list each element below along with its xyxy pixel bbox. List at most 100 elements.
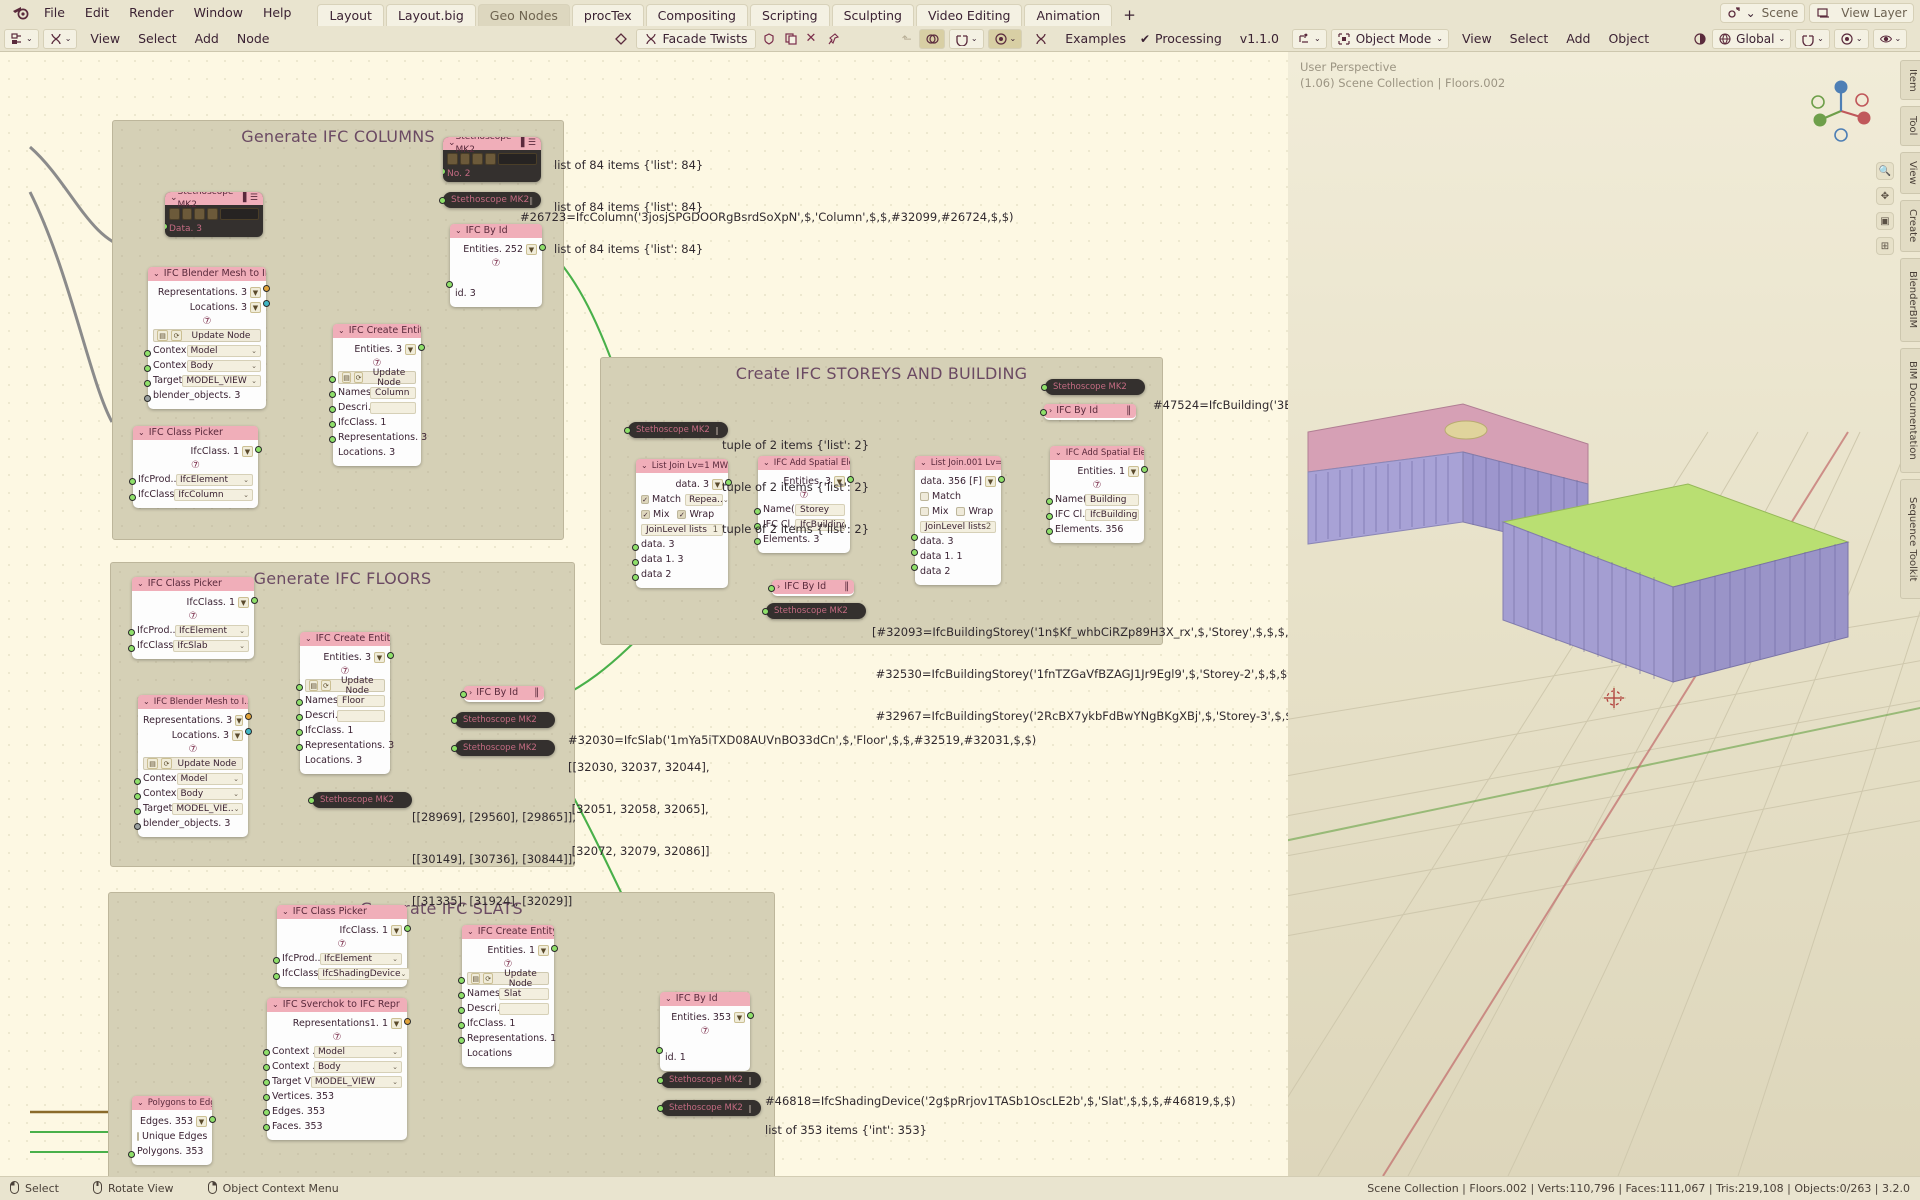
- node-tree-name-field[interactable]: Facade Twists: [636, 28, 756, 49]
- socket-out[interactable]: [439, 197, 446, 204]
- text-mode-icon[interactable]: [181, 208, 193, 220]
- socket-in-ifcproduct[interactable]: [128, 629, 135, 636]
- node-ifc-by-id-floors[interactable]: › IFC By Id ‖: [460, 686, 544, 702]
- match-checkbox[interactable]: [920, 492, 929, 501]
- prop-dropdown[interactable]: IfcShadingDevice ⌄: [318, 967, 411, 980]
- new-copy-icon[interactable]: [784, 31, 798, 46]
- update-node-button[interactable]: ▤ ⟳ Update Node: [467, 969, 549, 989]
- dropdown-icon[interactable]: ▼: [232, 730, 243, 741]
- node-header[interactable]: ⌄ IFC By Id: [660, 992, 750, 1006]
- socket-in-names[interactable]: [296, 684, 303, 691]
- dropdown-icon[interactable]: ▼: [374, 652, 385, 663]
- node-ifc-class-picker-slats[interactable]: ⌄ IFC Class Picker IfcClass. 1 ▼ ⑦ IfcPr…: [273, 905, 411, 987]
- viewport-menu-view[interactable]: View: [1453, 29, 1501, 49]
- node-header[interactable]: ⌄ List Join Lv=1 MW ⚒: [636, 459, 728, 473]
- tab-geo-nodes[interactable]: Geo Nodes: [477, 4, 570, 26]
- display-mode-icon[interactable]: [447, 153, 458, 165]
- dropdown-icon[interactable]: ▼: [250, 302, 261, 313]
- refresh-icon[interactable]: [207, 208, 218, 220]
- socket-out-entities[interactable]: [418, 344, 425, 351]
- node-list-join-001-lv2[interactable]: ⌄ List Join.001 Lv=2 ⚒ data. 356 [F] ▼ M…: [911, 456, 1005, 585]
- socket-in-context-2[interactable]: [134, 793, 141, 800]
- navigation-gizmo[interactable]: [1804, 74, 1878, 148]
- prop-dropdown[interactable]: Model ⌄: [176, 772, 243, 785]
- node-header[interactable]: ⌄ IFC Class Picker: [132, 577, 254, 591]
- menu-window[interactable]: Window: [184, 2, 253, 24]
- socket-in-ifcclass[interactable]: [128, 645, 135, 652]
- socket-in-ifcclass[interactable]: [273, 973, 280, 980]
- prop-dropdown[interactable]: IfcSlab ⌄: [173, 639, 249, 652]
- socket-in-description[interactable]: [329, 391, 336, 398]
- zoom-icon[interactable]: 🔍: [1876, 162, 1894, 180]
- dropdown-icon[interactable]: ▼: [196, 1116, 207, 1127]
- node-stethoscope-floors-2[interactable]: Stethoscope MK2: [451, 740, 555, 756]
- transform-orientation-selector[interactable]: Global ⌄: [1712, 28, 1792, 49]
- text-mode-icon[interactable]: [459, 153, 471, 165]
- help-icon[interactable]: ⑦: [137, 611, 249, 622]
- node-header[interactable]: ⌄ IFC Blender Mesh to IFC Repr: [148, 267, 266, 281]
- node-ifc-by-id-storeys-right[interactable]: › IFC By Id ‖: [1040, 404, 1136, 420]
- prop-dropdown[interactable]: Body ⌄: [186, 359, 261, 372]
- viewport-menu-select[interactable]: Select: [1501, 29, 1558, 49]
- wrap-checkbox[interactable]: ✓: [677, 510, 687, 519]
- dropdown-icon[interactable]: ▼: [391, 1018, 402, 1029]
- tab-video-editing[interactable]: Video Editing: [915, 4, 1023, 26]
- socket-in[interactable]: [1040, 409, 1047, 416]
- socket-out[interactable]: [1041, 384, 1048, 391]
- pause-icon[interactable]: ‖: [844, 580, 849, 594]
- tab-scripting[interactable]: Scripting: [749, 4, 830, 26]
- socket-in-data-0[interactable]: [911, 534, 918, 541]
- prop-dropdown[interactable]: Body ⌄: [176, 787, 243, 800]
- sidebar-tab-sequence-toolkit[interactable]: Sequence Toolkit: [1900, 479, 1920, 599]
- pause-icon[interactable]: ‖: [748, 1076, 753, 1085]
- help-icon[interactable]: ⑦: [143, 744, 243, 755]
- viewport-editor-type[interactable]: ⌄: [1292, 28, 1327, 49]
- node-ifc-by-id-storeys[interactable]: › IFC By Id ‖: [768, 580, 854, 596]
- node-header[interactable]: ⌄ IFC Add Spatial Eleme: [1050, 446, 1144, 460]
- refresh-icon[interactable]: [485, 153, 496, 165]
- socket-out-representations[interactable]: [263, 285, 270, 292]
- dropdown-icon[interactable]: ▼: [238, 597, 249, 608]
- socket-out-entities[interactable]: [387, 652, 394, 659]
- names-input[interactable]: Column: [370, 386, 416, 399]
- socket-in-edges[interactable]: [263, 1109, 270, 1116]
- socket-in-representations[interactable]: [329, 421, 336, 428]
- geometry-nodes-icon[interactable]: [1034, 32, 1048, 46]
- node-header[interactable]: ⌄ List Join.001 Lv=2 ⚒: [915, 456, 1001, 470]
- node-stethoscope-storeys-bottom[interactable]: Stethoscope MK2: [762, 603, 866, 619]
- socket-in-ifcclass[interactable]: [329, 406, 336, 413]
- socket-in-data-0[interactable]: [632, 544, 639, 551]
- dropdown-icon[interactable]: ▼: [235, 715, 243, 726]
- socket-in-context-2[interactable]: [263, 1064, 270, 1071]
- overlays-toggle[interactable]: [918, 28, 945, 49]
- match-checkbox[interactable]: ✓: [641, 495, 649, 504]
- description-input[interactable]: [370, 401, 416, 414]
- node-stethoscope-storeys-top[interactable]: Stethoscope MK2 ‖: [624, 422, 728, 438]
- socket-in-data-1[interactable]: [632, 559, 639, 566]
- viewport-visibility-toggle[interactable]: ⌄: [1872, 28, 1908, 49]
- socket-in-elements[interactable]: [1046, 528, 1053, 535]
- proportional-edit-toggle[interactable]: ⌄: [987, 28, 1023, 49]
- unlink-icon[interactable]: ✕: [806, 31, 817, 46]
- examples-menu[interactable]: Examples: [1056, 29, 1135, 49]
- node-header[interactable]: ⌄ Polygons to Edges ▌: [132, 1096, 212, 1110]
- prop-dropdown[interactable]: Body ⌄: [314, 1060, 402, 1073]
- help-icon[interactable]: ⑦: [272, 1032, 402, 1043]
- node-header[interactable]: ⌄ IFC Blender Mesh to I..: [138, 695, 248, 709]
- node-header[interactable]: ⌄ Stethoscope MK2 ▌☰: [443, 137, 541, 155]
- socket-out-locations[interactable]: [245, 728, 252, 735]
- list-mode-icon[interactable]: [194, 208, 206, 220]
- node-stethoscope-columns-2[interactable]: ⌄ Stethoscope MK2 ▌☰ No. 2: [443, 137, 541, 182]
- pause-icon[interactable]: ‖: [1126, 404, 1131, 418]
- editor-type-selector[interactable]: ⌄: [4, 28, 39, 49]
- socket-out[interactable]: [657, 1077, 664, 1084]
- joinlevel-input[interactable]: JoinLevel lists 2: [920, 520, 996, 533]
- unique-edges-checkbox[interactable]: [137, 1132, 139, 1141]
- socket-out-locations[interactable]: [263, 300, 270, 307]
- prop-dropdown[interactable]: MODEL_VIE.. ⌄: [172, 802, 244, 815]
- node-header[interactable]: › IFC By Id ‖: [772, 580, 854, 594]
- socket-in-ifcproduct[interactable]: [273, 957, 280, 964]
- socket-in-data-2[interactable]: [632, 574, 639, 581]
- node-menu-view[interactable]: View: [81, 29, 129, 49]
- node-ifc-add-spatial-element-building[interactable]: ⌄ IFC Add Spatial Eleme Entities. 1 ▼ ⑦ …: [1046, 446, 1148, 543]
